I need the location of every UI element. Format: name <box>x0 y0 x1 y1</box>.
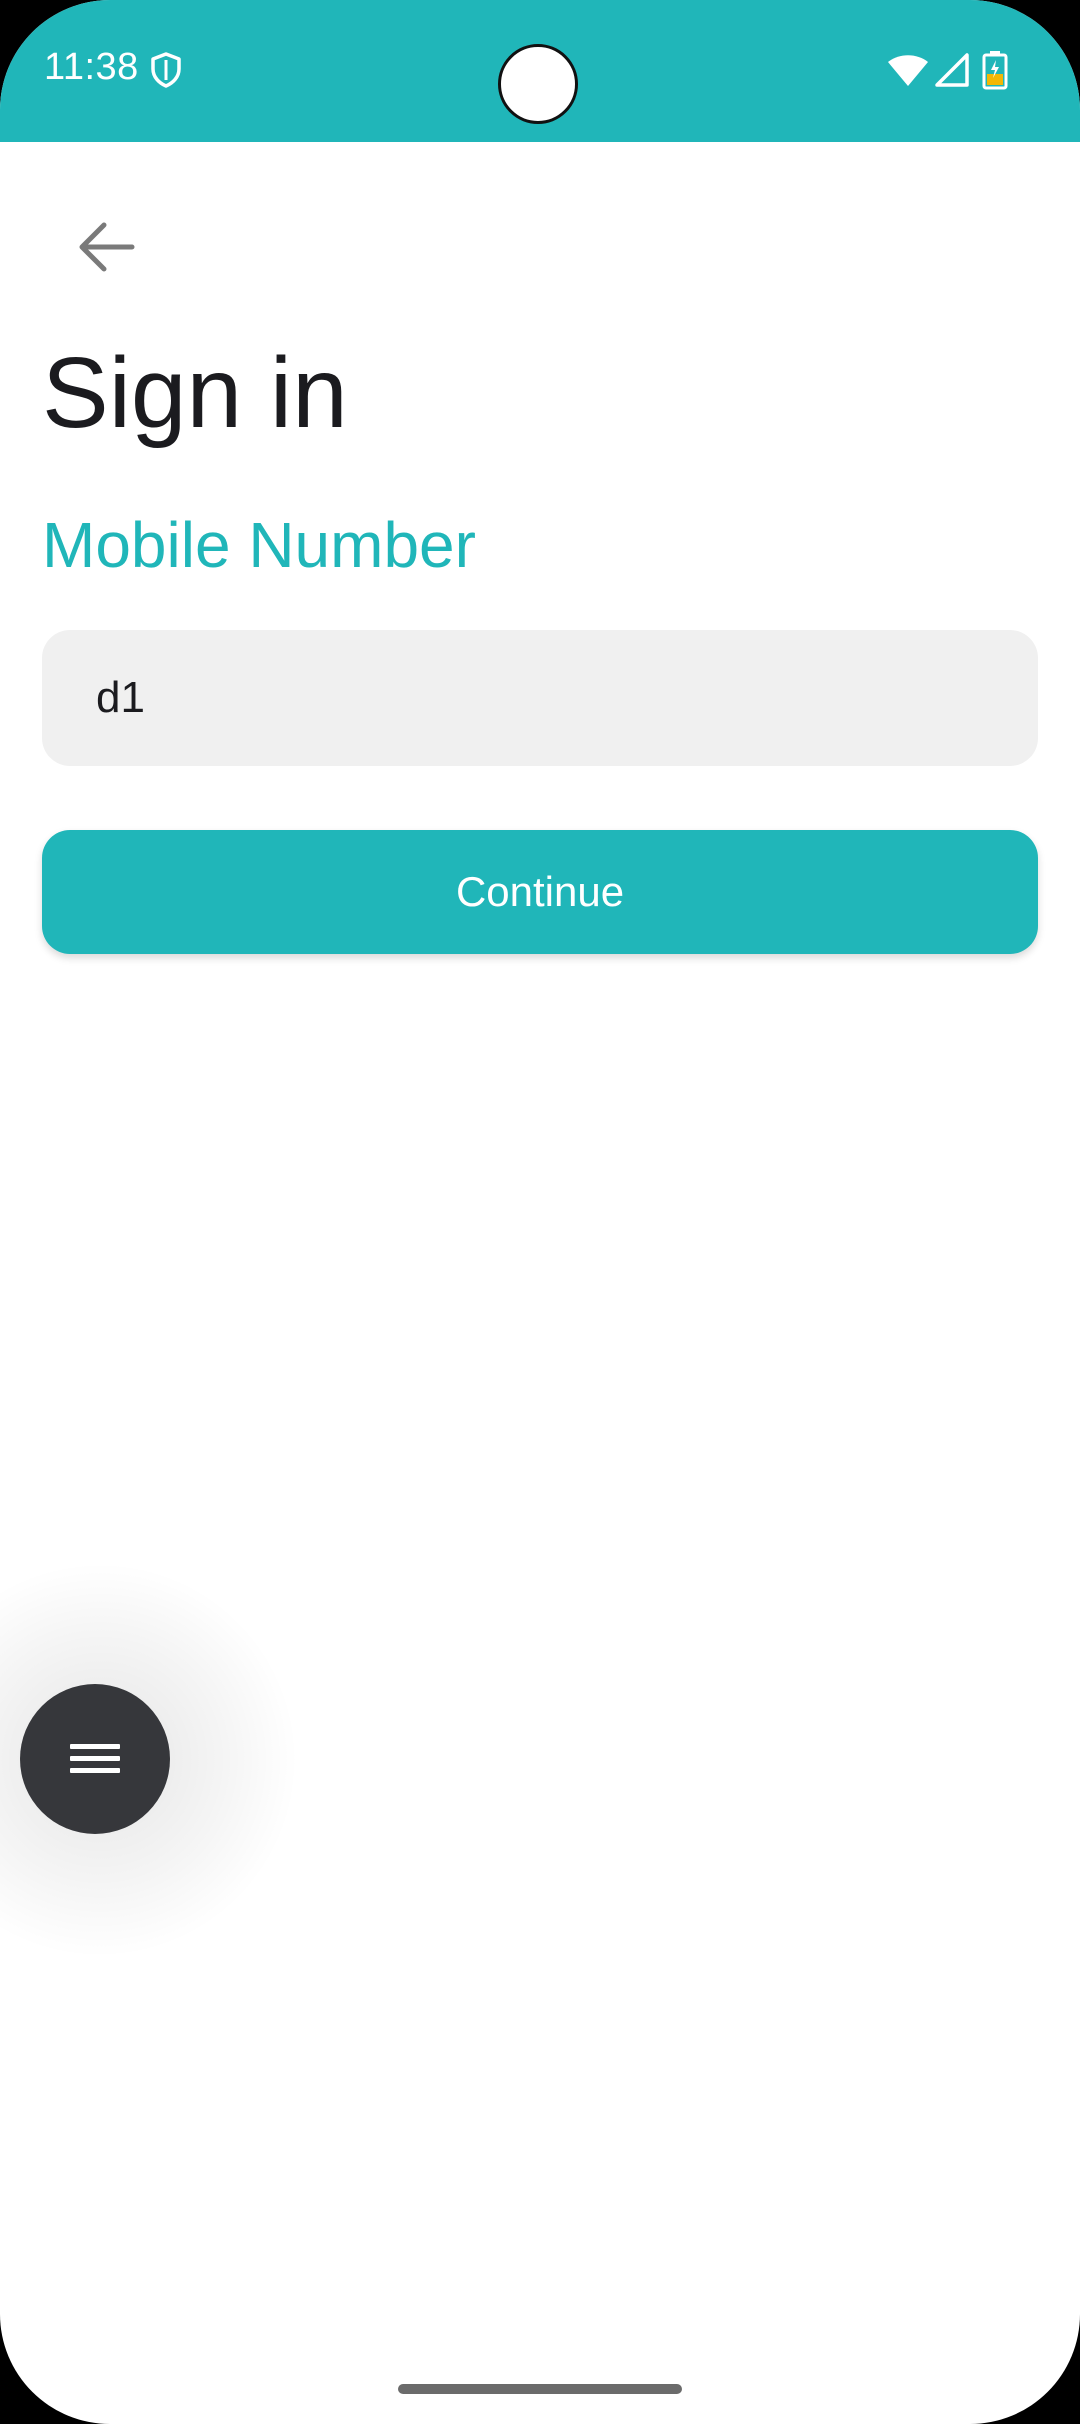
arrow-left-icon <box>79 222 135 272</box>
battery-charging-icon <box>982 51 1008 90</box>
back-button[interactable] <box>66 212 146 282</box>
mobile-number-input[interactable] <box>96 673 1038 723</box>
shield-icon <box>151 52 181 88</box>
cell-signal-icon <box>935 53 969 87</box>
camera-cutout <box>498 44 578 124</box>
status-time: 11:38 <box>44 46 139 88</box>
phone-screen: 11:38 Sign in Mobile Number Continue <box>0 0 1080 2424</box>
status-bar: 11:38 <box>0 0 1080 142</box>
hamburger-menu-icon <box>70 1744 120 1773</box>
mobile-number-label: Mobile Number <box>42 509 476 581</box>
continue-button[interactable]: Continue <box>42 830 1038 954</box>
menu-fab-button[interactable] <box>20 1684 170 1834</box>
home-indicator[interactable] <box>398 2384 682 2394</box>
wifi-icon <box>888 55 928 86</box>
mobile-number-field[interactable] <box>42 630 1038 766</box>
page-title: Sign in <box>42 337 348 449</box>
